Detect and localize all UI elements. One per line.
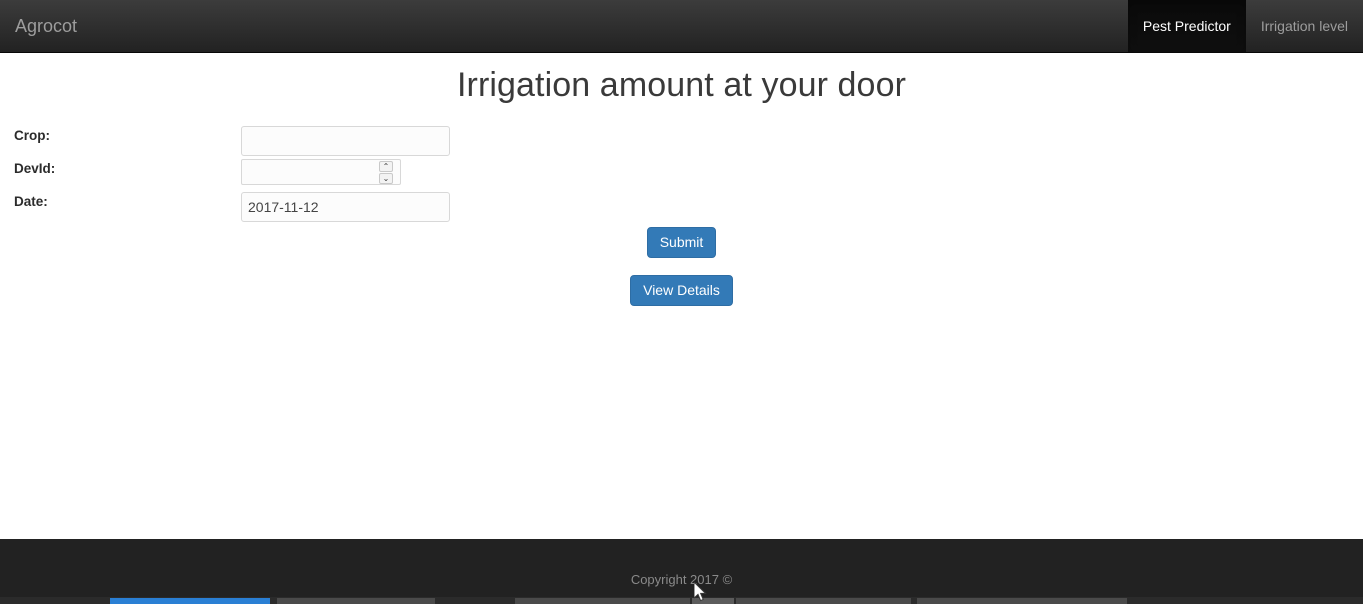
taskbar-item[interactable]: [917, 598, 1127, 604]
taskbar-item[interactable]: [736, 598, 911, 604]
spinner-up-icon[interactable]: ⌃: [379, 161, 393, 172]
form-row-devid: DevId: ⌃ ⌄: [0, 159, 1363, 192]
taskbar-item[interactable]: [692, 598, 734, 604]
os-taskbar: [0, 597, 1363, 604]
taskbar-item-active[interactable]: [110, 598, 270, 604]
navbar-brand[interactable]: Agrocot: [15, 0, 92, 52]
taskbar-item[interactable]: [515, 598, 690, 604]
submit-button[interactable]: Submit: [647, 227, 716, 258]
footer-copyright: Copyright 2017 ©: [630, 572, 733, 587]
navbar-nav: Pest Predictor Irrigation level: [1127, 0, 1363, 52]
form-row-crop: Crop:: [0, 126, 1363, 159]
date-input[interactable]: [241, 192, 450, 222]
nav-item-pest-predictor[interactable]: Pest Predictor: [1127, 0, 1246, 52]
devid-input[interactable]: [241, 159, 384, 185]
irrigation-form: Crop: DevId: ⌃ ⌄ Date:: [0, 126, 1363, 225]
devid-spinner: ⌃ ⌄: [378, 159, 401, 185]
navbar: Agrocot Pest Predictor Irrigation level: [0, 0, 1363, 53]
date-label: Date:: [14, 194, 48, 209]
taskbar-item[interactable]: [277, 598, 435, 604]
view-details-button[interactable]: View Details: [630, 275, 733, 306]
form-row-date: Date:: [0, 192, 1363, 225]
footer: Copyright 2017 ©: [0, 539, 1363, 597]
crop-label: Crop:: [14, 128, 50, 143]
crop-input[interactable]: [241, 126, 450, 156]
devid-label: DevId:: [14, 161, 56, 176]
spinner-down-icon[interactable]: ⌄: [379, 173, 393, 184]
page-title: Irrigation amount at your door: [456, 66, 907, 104]
nav-item-irrigation-level[interactable]: Irrigation level: [1246, 0, 1363, 52]
